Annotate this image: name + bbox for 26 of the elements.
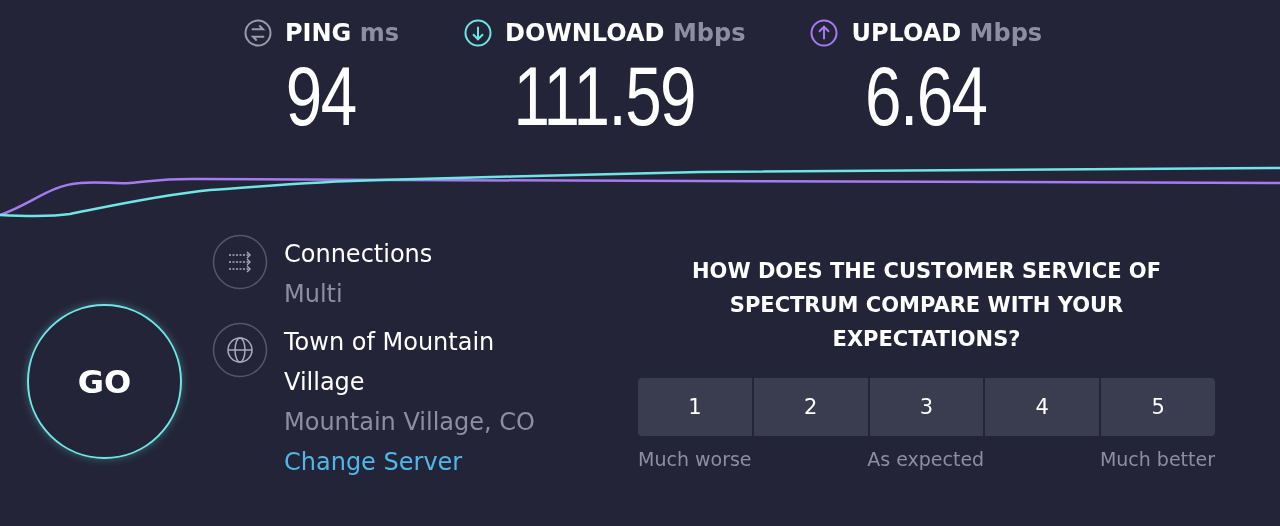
rating-button[interactable]: 3 <box>869 378 984 436</box>
metric-label: UPLOAD Mbps <box>851 19 1043 47</box>
connections-title: Connections <box>284 239 434 270</box>
rating-button[interactable]: 1 <box>638 378 752 436</box>
server-name: Town of Mountain Village <box>284 327 496 398</box>
go-button[interactable]: GO <box>27 304 182 459</box>
rating-button[interactable]: 5 <box>1101 378 1215 436</box>
download-icon <box>462 18 493 48</box>
globe-icon <box>212 322 268 378</box>
scale-label: As expected <box>867 448 985 470</box>
change-server-link[interactable]: Change Server <box>284 442 534 482</box>
rating-button[interactable]: 4 <box>985 378 1100 436</box>
metric-value: 94 <box>286 54 356 138</box>
metric-value: 6.64 <box>865 54 987 138</box>
metric-label: PING ms <box>285 19 399 47</box>
connections-value: Multi <box>284 279 344 310</box>
connections-icon <box>212 234 268 290</box>
server-location: Mountain Village, CO <box>284 407 534 438</box>
ping-icon <box>243 18 273 48</box>
rating-button[interactable]: 2 <box>753 378 868 436</box>
survey-question: HOW DOES THE CUSTOMER SERVICE OF SPECTRUM COMPARE WITH YOUR EXPECTATIONS? <box>691 258 1162 353</box>
scale-label: Much worse <box>638 448 752 470</box>
metric-label: DOWNLOAD Mbps <box>504 19 746 47</box>
scale-label: Much better <box>1099 448 1215 470</box>
upload-icon <box>809 18 840 48</box>
metric-value: 111.59 <box>513 54 695 138</box>
